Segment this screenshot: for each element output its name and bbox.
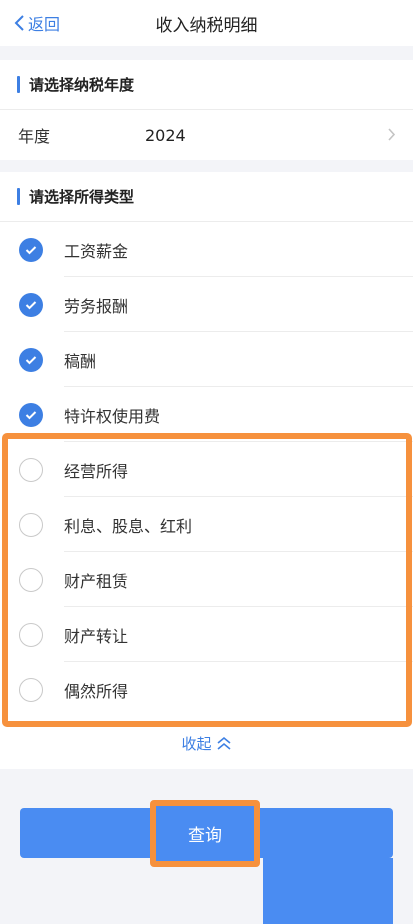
checkmark-icon [25,300,37,309]
blue-block [263,858,393,924]
type-section-heading: 请选择所得类型 [0,172,413,222]
type-section: 请选择所得类型 工资薪金劳务报酬稿酬特许权使用费 经营所得利息、股息、红利 财产租赁… [0,172,413,769]
checkmark-icon [25,245,37,254]
income-type-option[interactable]: 经营所得 [0,442,413,497]
query-button-label: 查询 [188,826,222,846]
income-type-label: 偶然所得 [64,681,129,701]
income-type-option[interactable]: 财产转让 [0,607,413,662]
chevron-double-up-icon [216,736,231,750]
collapse-button[interactable]: 收起 [0,717,413,769]
year-label: 年度 [18,127,51,146]
income-type-label: 财产租赁 [64,571,129,591]
income-type-option[interactable]: 工资薪金 [0,222,413,277]
income-type-option[interactable]: 偶然所得 [0,662,413,717]
checked-circle-icon[interactable] [19,402,43,427]
checked-circle-icon[interactable] [19,347,43,372]
unchecked-circle-icon[interactable] [19,567,43,592]
unchecked-circle-icon[interactable] [19,512,43,537]
checkmark-icon [25,355,37,364]
year-heading-text: 请选择纳税年度 [29,76,135,94]
income-type-label: 劳务报酬 [64,296,129,316]
collapse-label: 收起 [181,734,212,753]
heading-accent-bar [17,188,20,205]
checked-circle-icon[interactable] [19,292,43,317]
income-type-list: 工资薪金劳务报酬稿酬特许权使用费 经营所得利息、股息、红利 财产租赁财产转让偶然所得 [0,222,413,717]
year-section: 请选择纳税年度 年度 2024 [0,60,413,160]
income-type-label: 财产转让 [64,626,129,646]
income-type-option[interactable]: 财产租赁 [0,552,413,607]
query-button[interactable]: 查询 [150,800,260,867]
page-title: 收入纳税明细 [155,16,258,36]
income-type-option[interactable]: 特许权使用费 [0,387,413,442]
income-type-label: 工资薪金 [64,241,129,261]
year-selector[interactable]: 年度 2024 [0,110,413,160]
income-type-label: 特许权使用费 [64,406,161,426]
type-heading-text: 请选择所得类型 [29,188,135,206]
year-value: 2024 [145,125,186,145]
income-type-option[interactable]: 稿酬 [0,332,413,387]
checkmark-icon [25,410,37,419]
income-type-option[interactable]: 利息、股息、红利 [0,497,413,552]
income-type-label: 经营所得 [64,461,129,481]
year-section-heading: 请选择纳税年度 [0,60,413,110]
unchecked-circle-icon[interactable] [19,457,43,482]
unchecked-circle-icon[interactable] [19,677,43,702]
income-type-label: 利息、股息、红利 [64,516,193,536]
chevron-right-icon [388,128,396,141]
nav-bar: 返回 收入纳税明细 [0,0,413,46]
income-type-option[interactable]: 劳务报酬 [0,277,413,332]
income-type-label: 稿酬 [64,351,97,371]
heading-accent-bar [17,76,20,93]
checked-circle-icon[interactable] [19,237,43,262]
unchecked-circle-icon[interactable] [19,622,43,647]
